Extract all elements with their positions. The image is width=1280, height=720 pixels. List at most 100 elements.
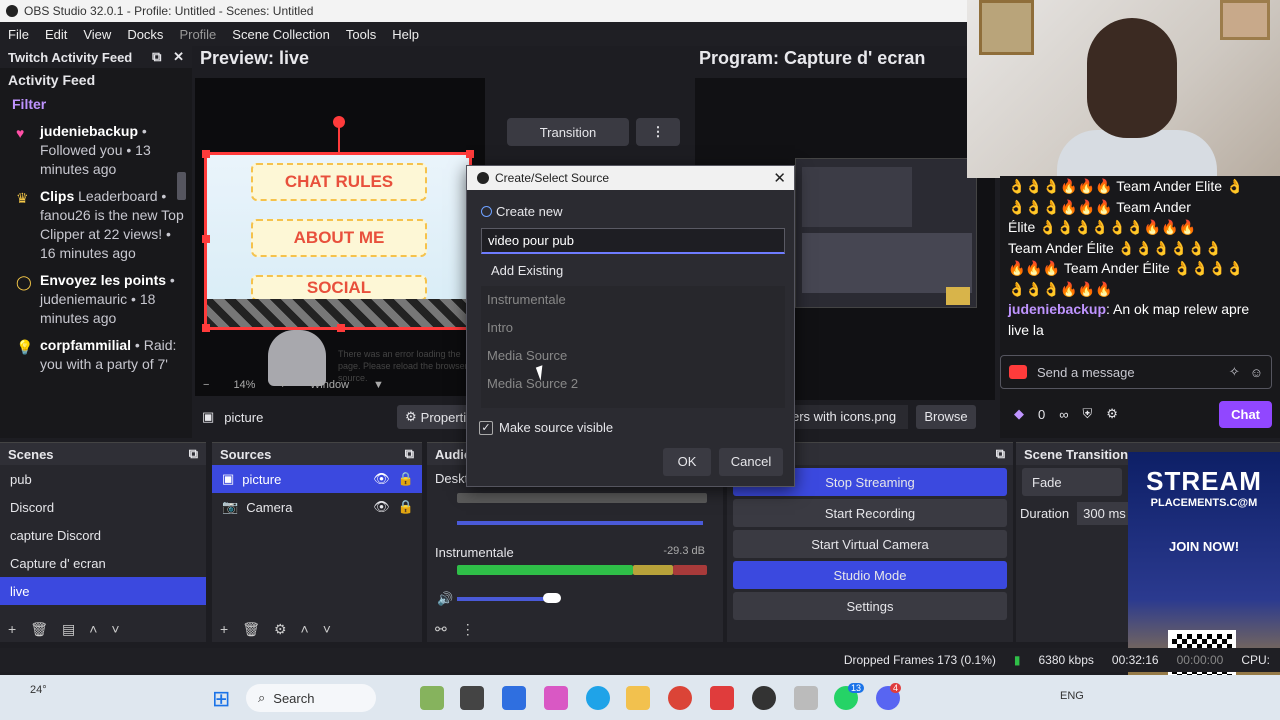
existing-source-item[interactable]: Media Source <box>481 342 785 370</box>
more-icon[interactable]: ⋮ <box>461 621 475 638</box>
start-virtual-camera-button[interactable]: Start Virtual Camera <box>733 530 1007 558</box>
source-name-input[interactable] <box>481 228 785 254</box>
menu-edit[interactable]: Edit <box>45 27 67 42</box>
lock-icon[interactable]: 🔒 <box>398 499 414 515</box>
menu-profile[interactable]: Profile <box>179 27 216 42</box>
duration-input[interactable]: 300 ms <box>1077 502 1132 525</box>
rotate-handle[interactable] <box>333 116 345 128</box>
source-item[interactable]: 📷 Camera 👁 🔒 <box>212 493 422 521</box>
resize-handle[interactable] <box>337 324 345 332</box>
float-icon[interactable]: ⧉ <box>996 446 1005 462</box>
filter-icon[interactable]: ▤ <box>62 621 75 638</box>
menu-scene-collection[interactable]: Scene Collection <box>232 27 330 42</box>
language-indicator[interactable]: ENG <box>1060 690 1084 702</box>
copilot-icon[interactable] <box>544 686 568 710</box>
create-new-radio[interactable]: Create new <box>481 204 562 219</box>
add-existing-radio[interactable]: Add Existing <box>491 263 563 278</box>
app-icon[interactable] <box>710 686 734 710</box>
track-volume-slider[interactable] <box>457 597 553 601</box>
resize-handle[interactable] <box>202 324 210 332</box>
shield-icon[interactable]: ⛨ <box>1083 406 1093 422</box>
float-icon[interactable]: ⧉ <box>405 446 414 462</box>
volume-knob[interactable] <box>543 593 561 603</box>
zoom-in-icon[interactable]: + <box>279 379 285 391</box>
browse-button[interactable]: Browse <box>916 405 976 429</box>
task-view-icon[interactable] <box>460 686 484 710</box>
menu-view[interactable]: View <box>83 27 111 42</box>
eye-icon[interactable]: 👁 <box>373 471 390 487</box>
chevron-up-icon[interactable]: ˄ <box>301 621 309 638</box>
trash-icon[interactable]: 🗑 <box>242 621 260 638</box>
menu-tools[interactable]: Tools <box>346 27 376 42</box>
float-icon[interactable]: ⧉ <box>152 49 161 64</box>
menu-docks[interactable]: Docks <box>127 27 163 42</box>
link-icon[interactable]: ⚯ <box>435 621 447 638</box>
cancel-button[interactable]: Cancel <box>719 448 783 476</box>
app-icon[interactable] <box>794 686 818 710</box>
existing-source-item[interactable]: Intro <box>481 314 785 342</box>
gear-icon[interactable]: ⚙ <box>1106 406 1118 422</box>
feed-scrollbar[interactable] <box>177 172 186 200</box>
magic-icon[interactable]: ✧ <box>1229 364 1240 380</box>
weather-widget[interactable]: 24° <box>30 684 47 696</box>
chat-input[interactable]: Send a message ✧ ☺ <box>1000 355 1272 389</box>
start-recording-button[interactable]: Start Recording <box>733 499 1007 527</box>
ok-button[interactable]: OK <box>663 448 711 476</box>
zoom-out-icon[interactable]: − <box>203 379 209 391</box>
source-item-selected[interactable]: ▣ picture 👁 🔒 <box>212 465 422 493</box>
edge-icon[interactable] <box>586 686 610 710</box>
close-icon[interactable]: ✕ <box>773 169 786 187</box>
add-icon[interactable]: + <box>220 621 228 638</box>
chat-button[interactable]: Chat <box>1219 400 1272 428</box>
transition-menu-icon[interactable]: ⋮ <box>636 118 680 146</box>
studio-mode-button[interactable]: Studio Mode <box>733 561 1007 589</box>
scene-item[interactable]: Capture d' ecran <box>0 549 206 577</box>
gear-icon[interactable]: ⚙ <box>274 621 287 638</box>
widget-icon[interactable] <box>420 686 444 710</box>
emoji-icon[interactable]: ☺ <box>1250 365 1263 380</box>
resize-handle[interactable] <box>202 150 210 158</box>
filter-link[interactable]: Filter <box>0 92 192 116</box>
track-meter-peak <box>673 565 707 575</box>
chat-user[interactable]: judeniebackup <box>1008 301 1106 317</box>
chevron-down-icon[interactable]: ˅ <box>323 621 331 638</box>
selected-source-box[interactable]: CHAT RULES ABOUT ME SOCIAL <box>202 150 474 332</box>
obs-icon[interactable] <box>752 686 776 710</box>
chevron-up-icon[interactable]: ˄ <box>89 621 97 638</box>
scene-item[interactable]: Discord <box>0 493 206 521</box>
eye-icon[interactable]: 👁 <box>373 499 390 515</box>
make-visible-checkbox[interactable]: ✓ Make source visible <box>479 420 613 435</box>
create-new-label: Create new <box>496 204 563 219</box>
bits-icon[interactable]: ◆ <box>1014 406 1024 422</box>
float-icon[interactable]: ⧉ <box>189 446 198 462</box>
settings-button[interactable]: Settings <box>733 592 1007 620</box>
taskbar-search[interactable]: ⌕ Search <box>246 684 376 712</box>
properties-button[interactable]: ⚙ Properti <box>397 405 477 429</box>
scene-item[interactable]: pub <box>0 465 206 493</box>
scene-item-selected[interactable]: live <box>0 577 206 605</box>
store-icon[interactable] <box>502 686 526 710</box>
camera-icon[interactable] <box>1009 365 1027 379</box>
menu-file[interactable]: File <box>8 27 29 42</box>
desktop-volume-slider[interactable] <box>457 521 703 525</box>
file-explorer-icon[interactable] <box>626 686 650 710</box>
scene-item[interactable]: capture Discord <box>0 521 206 549</box>
lock-icon[interactable]: 🔒 <box>398 471 414 487</box>
transition-button[interactable]: Transition <box>507 118 629 146</box>
resize-handle[interactable] <box>202 235 210 243</box>
add-icon[interactable]: + <box>8 621 16 638</box>
file-path-field[interactable]: ers with icons.png <box>788 405 908 429</box>
close-icon[interactable]: ✕ <box>173 49 184 64</box>
chevron-down-icon[interactable]: ▼ <box>373 379 384 391</box>
existing-source-item[interactable]: Instrumentale <box>481 286 785 314</box>
chevron-down-icon[interactable]: ˅ <box>111 621 119 638</box>
speaker-icon[interactable]: 🔊 <box>437 591 453 607</box>
trash-icon[interactable]: 🗑 <box>30 621 48 638</box>
chrome-icon[interactable] <box>668 686 692 710</box>
duration-label: Duration <box>1020 506 1070 521</box>
resize-handle[interactable] <box>466 150 474 158</box>
existing-source-item[interactable]: Media Source 2 <box>481 370 785 398</box>
transition-type-select[interactable]: Fade <box>1022 468 1122 496</box>
menu-help[interactable]: Help <box>392 27 419 42</box>
windows-start-icon[interactable]: ⊞ <box>212 686 230 712</box>
